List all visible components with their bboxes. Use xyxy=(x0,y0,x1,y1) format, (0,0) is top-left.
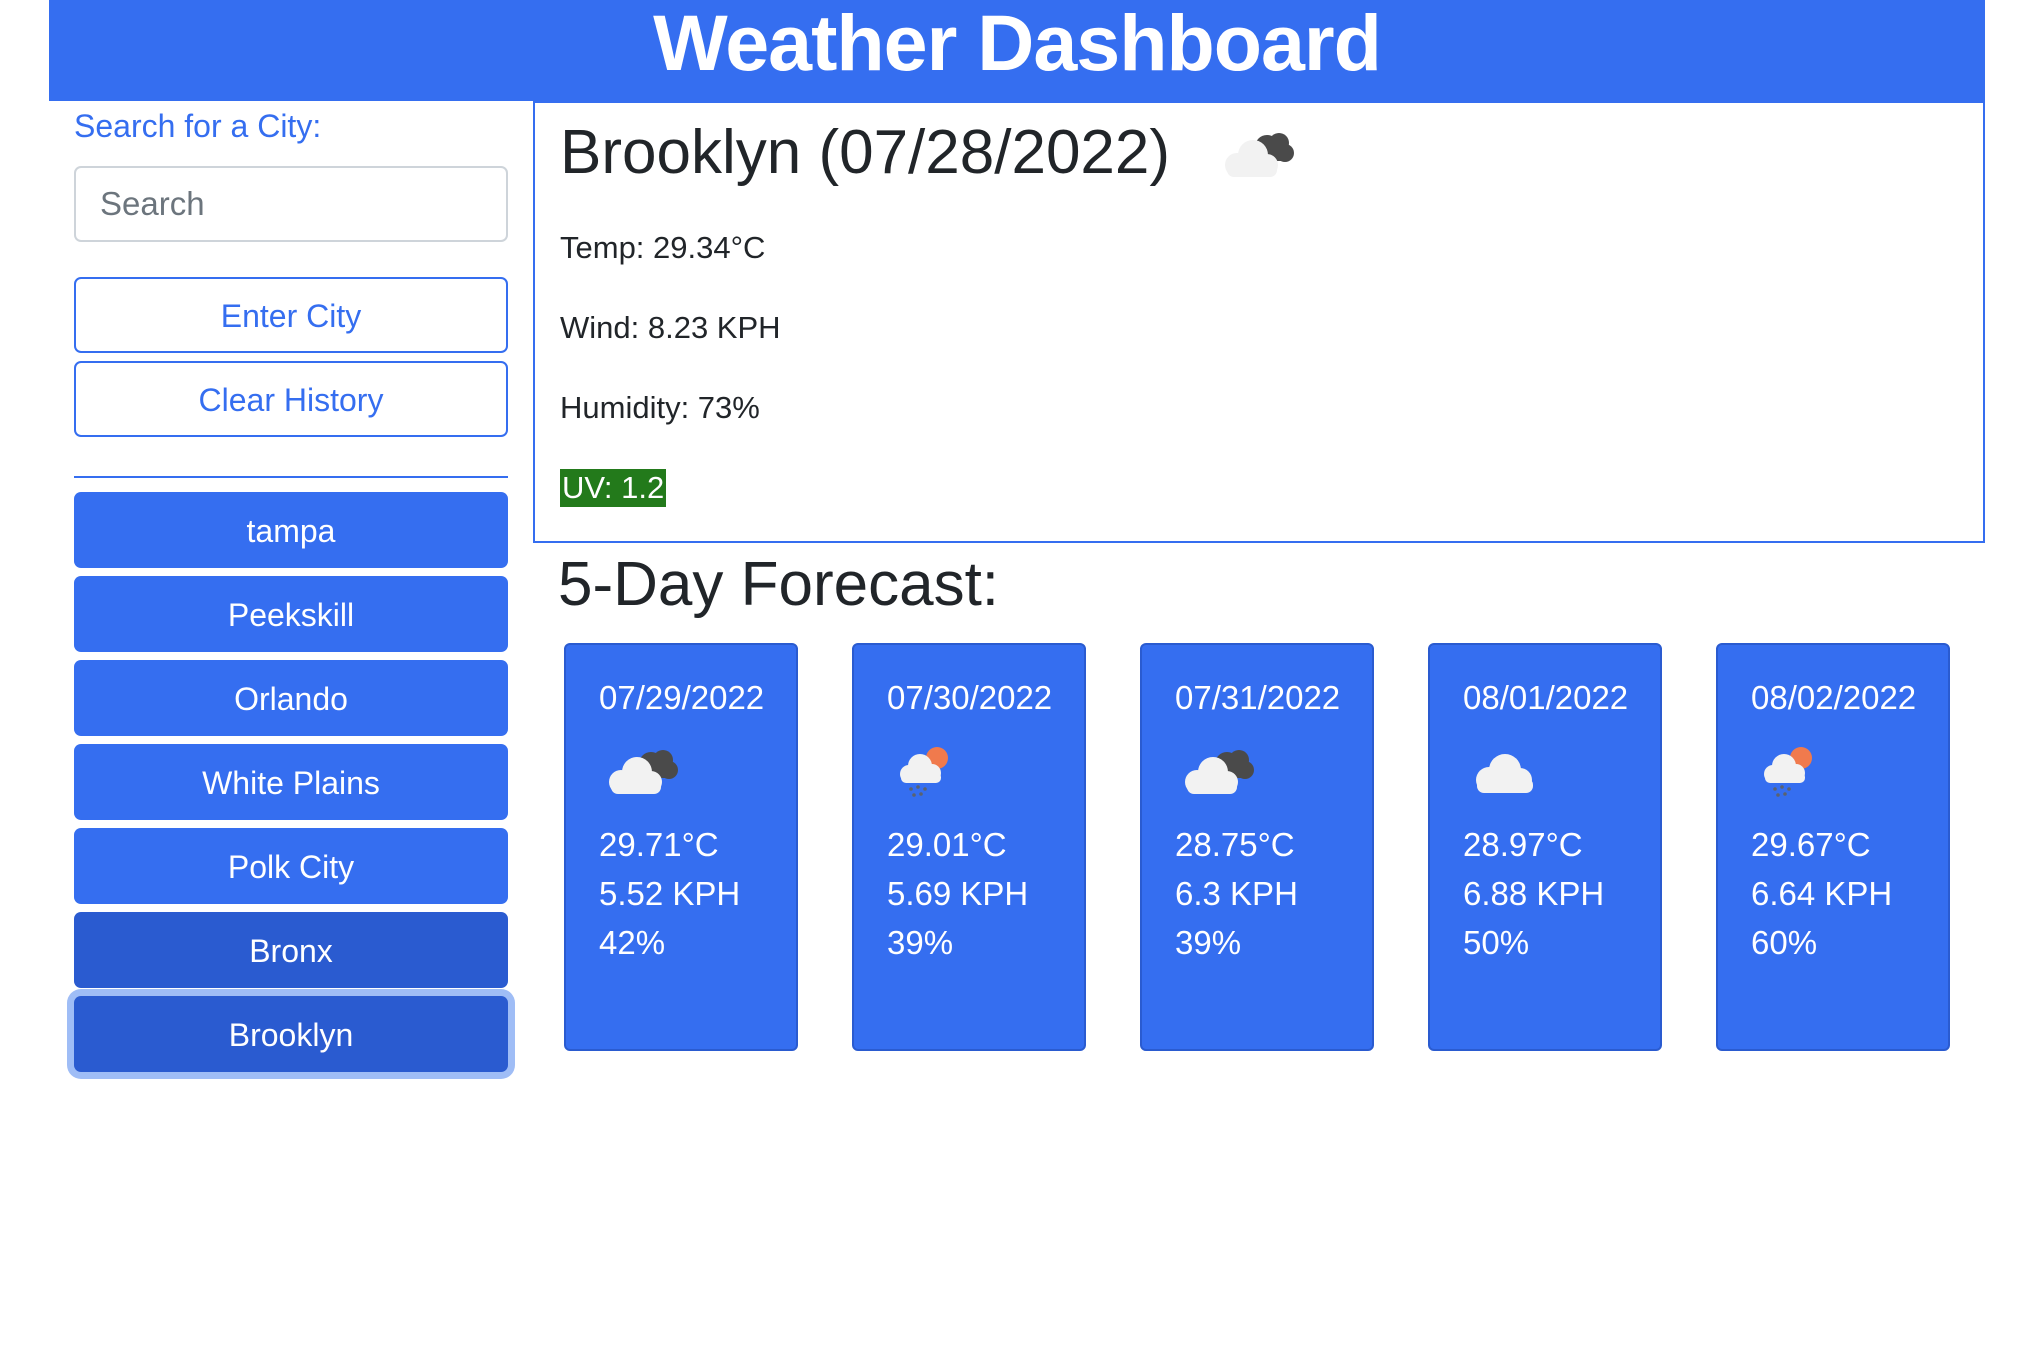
forecast-date: 07/30/2022 xyxy=(887,679,1053,716)
forecast-wind: 6.88 KPH xyxy=(1463,875,1605,912)
forecast-humidity: 39% xyxy=(887,924,954,961)
forecast-wind: 5.69 KPH xyxy=(887,875,1029,912)
forecast-temp: 28.97°C xyxy=(1463,826,1583,863)
history-city-button[interactable]: Brooklyn xyxy=(74,996,508,1072)
current-city-title: Brooklyn (07/28/2022) xyxy=(560,118,1171,187)
forecast-date: 07/31/2022 xyxy=(1175,679,1341,716)
search-input[interactable] xyxy=(74,166,508,242)
history-city-button[interactable]: Orlando xyxy=(74,660,508,736)
current-humidity: Humidity: 73% xyxy=(560,390,760,425)
rain-sun-icon xyxy=(1751,735,1835,805)
forecast-card: 07/29/2022 29.71°C 5.52 KPH 42% xyxy=(564,643,798,1051)
forecast-temp: 29.01°C xyxy=(887,826,1007,863)
forecast-date: 07/29/2022 xyxy=(599,679,765,716)
app-header: Weather Dashboard xyxy=(49,0,1985,101)
forecast-humidity: 39% xyxy=(1175,924,1242,961)
clear-history-button[interactable]: Clear History xyxy=(74,361,508,437)
forecast-card: 07/31/2022 28.75°C 6.3 KPH 39% xyxy=(1140,643,1374,1051)
broken-clouds-icon xyxy=(599,735,683,805)
forecast-date: 08/02/2022 xyxy=(1751,679,1917,716)
rain-sun-icon xyxy=(887,735,971,805)
search-label: Search for a City: xyxy=(74,108,322,144)
forecast-wind: 5.52 KPH xyxy=(599,875,741,912)
forecast-temp: 29.67°C xyxy=(1751,826,1871,863)
forecast-humidity: 42% xyxy=(599,924,666,961)
forecast-humidity: 50% xyxy=(1463,924,1530,961)
forecast-wind: 6.64 KPH xyxy=(1751,875,1893,912)
history-city-button[interactable]: Peekskill xyxy=(74,576,508,652)
broken-clouds-icon xyxy=(1175,735,1259,805)
history-city-button[interactable]: Polk City xyxy=(74,828,508,904)
divider xyxy=(74,476,508,478)
forecast-humidity: 60% xyxy=(1751,924,1818,961)
current-wind: Wind: 8.23 KPH xyxy=(560,310,781,345)
forecast-wind: 6.3 KPH xyxy=(1175,875,1298,912)
forecast-heading: 5-Day Forecast: xyxy=(558,550,1000,619)
history-city-button[interactable]: Bronx xyxy=(74,912,508,988)
history-city-button[interactable]: tampa xyxy=(74,492,508,568)
forecast-temp: 29.71°C xyxy=(599,826,719,863)
forecast-card: 07/30/2022 29.01°C 5.69 KPH 39% xyxy=(852,643,1086,1051)
broken-clouds-icon xyxy=(1215,123,1299,183)
forecast-date: 08/01/2022 xyxy=(1463,679,1629,716)
forecast-card: 08/02/2022 29.67°C 6.64 KPH 60% xyxy=(1716,643,1950,1051)
history-city-button[interactable]: White Plains xyxy=(74,744,508,820)
cloud-icon xyxy=(1463,735,1547,805)
forecast-temp: 28.75°C xyxy=(1175,826,1295,863)
enter-city-button[interactable]: Enter City xyxy=(74,277,508,353)
uv-index-badge: UV: 1.2 xyxy=(560,469,667,507)
forecast-card: 08/01/2022 28.97°C 6.88 KPH 50% xyxy=(1428,643,1662,1051)
current-temp: Temp: 29.34°C xyxy=(560,230,766,265)
current-weather-panel: Brooklyn (07/28/2022) Temp: 29.34°C Wind… xyxy=(533,101,1985,543)
page-title: Weather Dashboard xyxy=(653,0,1382,87)
